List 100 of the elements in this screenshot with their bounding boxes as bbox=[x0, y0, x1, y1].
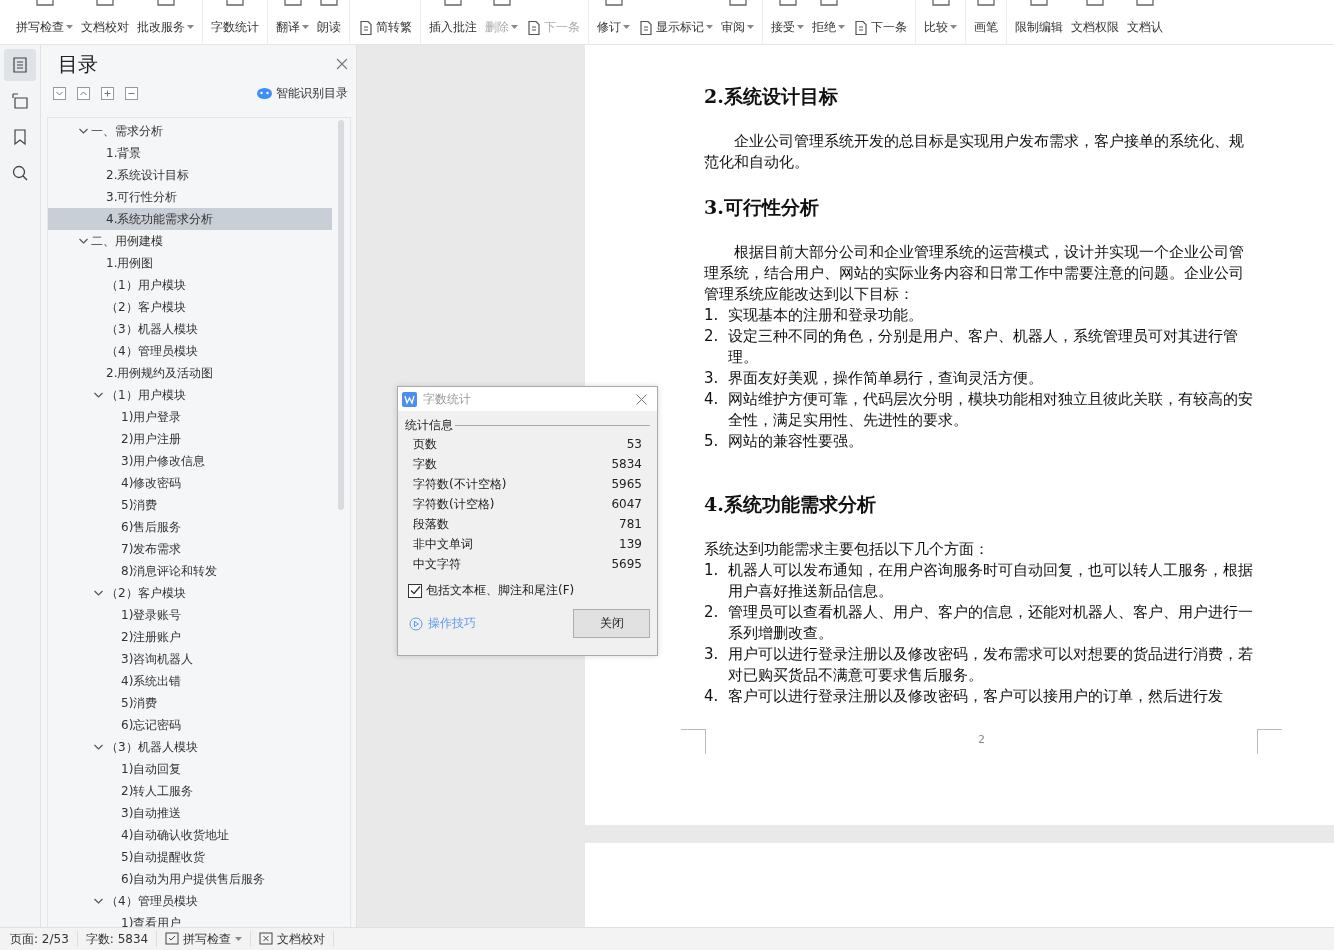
stat-label: 字符数(计空格) bbox=[413, 495, 495, 513]
toolbar-button[interactable]: 插入批注 bbox=[427, 19, 479, 36]
plus-icon[interactable] bbox=[101, 86, 114, 100]
toolbar-button[interactable]: 朗读 bbox=[315, 19, 343, 36]
toc-item[interactable]: 5)自动提醒收货 bbox=[48, 846, 332, 868]
caret-icon bbox=[838, 25, 845, 30]
toc-item[interactable]: 3)咨询机器人 bbox=[48, 648, 332, 670]
toc-item[interactable]: 7)发布需求 bbox=[48, 538, 332, 560]
bookmark-icon bbox=[11, 128, 29, 146]
list-item-text: 用户可以进行登录注册以及修改密码，发布需求可以对想要的货品进行消费，若对已购买货品不满意可要求售后服务。 bbox=[728, 644, 1254, 686]
section-heading: 3.可行性分析 bbox=[704, 197, 820, 218]
toc-item[interactable]: 一、需求分析 bbox=[48, 120, 332, 142]
checkbox[interactable] bbox=[408, 583, 422, 598]
toolbar-button[interactable]: 拼写检查 bbox=[14, 19, 75, 36]
caret-icon bbox=[66, 25, 73, 30]
toolbar-button[interactable]: 限制编辑 bbox=[1013, 19, 1065, 36]
toc-item[interactable]: 1.用例图 bbox=[48, 252, 332, 274]
scrollbar[interactable] bbox=[338, 120, 344, 510]
toc-item[interactable]: 6)自动为用户提供售后服务 bbox=[48, 868, 332, 890]
document-icon bbox=[358, 19, 374, 36]
toc-item[interactable]: 2)转人工服务 bbox=[48, 780, 332, 802]
toolbar-button[interactable]: 接受 bbox=[769, 19, 806, 36]
toc-item[interactable]: （3）机器人模块 bbox=[48, 318, 332, 340]
toolbar-button[interactable]: 显示标记 bbox=[636, 19, 715, 36]
toc-item[interactable]: （1）用户模块 bbox=[48, 274, 332, 296]
stat-value: 5965 bbox=[611, 477, 642, 491]
list-item-text: 客户可以进行登录注册以及修改密码，客户可以接用户的订单，然后进行发 bbox=[728, 686, 1224, 707]
list-number: 1. bbox=[704, 560, 720, 581]
toolbar-button[interactable]: 文档校对 bbox=[79, 19, 131, 36]
chevron-icon[interactable] bbox=[91, 390, 106, 400]
toc-item[interactable]: 2)用户注册 bbox=[48, 428, 332, 450]
crop-mark bbox=[681, 729, 706, 754]
toc-item[interactable]: （4）管理员模块 bbox=[48, 890, 332, 912]
list-item-text: 管理员可以查看机器人、用户、客户的信息，还能对机器人、客户、用户进行一系列增删改查。 bbox=[728, 602, 1254, 644]
outline-tab[interactable] bbox=[4, 49, 36, 81]
toc-item[interactable]: （2）客户模块 bbox=[48, 296, 332, 318]
toc-item[interactable]: 2.系统设计目标 bbox=[48, 164, 332, 186]
close-button[interactable]: 关闭 bbox=[573, 609, 650, 638]
toolbar-button[interactable]: 简转繁 bbox=[356, 19, 414, 36]
toc-item[interactable]: 4)系统出错 bbox=[48, 670, 332, 692]
toc-item[interactable]: 1)用户登录 bbox=[48, 406, 332, 428]
list-number: 4. bbox=[704, 686, 720, 707]
expand-icon[interactable] bbox=[77, 86, 90, 100]
folder-tree-icon bbox=[11, 92, 29, 110]
section-label: 统计信息 bbox=[405, 417, 453, 434]
toc-item[interactable]: 5)消费 bbox=[48, 692, 332, 714]
toc-item[interactable]: （1）用户模块 bbox=[48, 384, 332, 406]
toolbar-button[interactable]: 画笔 bbox=[972, 19, 1000, 36]
section-heading: 4.系统功能需求分析 bbox=[704, 494, 877, 515]
stat-label: 非中文单词 bbox=[413, 535, 473, 553]
toc-item[interactable]: （2）客户模块 bbox=[48, 582, 332, 604]
toc-item[interactable]: 6)售后服务 bbox=[48, 516, 332, 538]
toolbar-button[interactable]: 批改服务 bbox=[135, 19, 196, 36]
toc-item[interactable]: 1)自动回复 bbox=[48, 758, 332, 780]
check-icon bbox=[165, 932, 180, 946]
collapse-icon[interactable] bbox=[53, 86, 66, 100]
list-item-text: 界面友好美观，操作简单易行，查询灵活方便。 bbox=[728, 368, 1044, 389]
toc-item[interactable]: 4)自动确认收货地址 bbox=[48, 824, 332, 846]
proofread-button[interactable]: 文档校对 bbox=[277, 930, 326, 948]
document-icon bbox=[853, 19, 869, 36]
toc-item[interactable]: 3)自动推送 bbox=[48, 802, 332, 824]
toolbar-button[interactable]: 文档认 bbox=[1125, 19, 1165, 36]
toolbar-button[interactable]: 拒绝 bbox=[810, 19, 847, 36]
toc-item[interactable]: 3.可行性分析 bbox=[48, 186, 332, 208]
toc-item[interactable]: 2.用例规约及活动图 bbox=[48, 362, 332, 384]
toc-item[interactable]: 6)忘记密码 bbox=[48, 714, 332, 736]
caret-icon bbox=[187, 25, 194, 30]
toc-item[interactable]: 4.系统功能需求分析 bbox=[48, 208, 332, 230]
chevron-icon[interactable] bbox=[91, 896, 106, 906]
toolbar-button[interactable]: 下一条 bbox=[851, 19, 909, 36]
toolbar-button[interactable]: 字数统计 bbox=[209, 19, 261, 36]
toc-item[interactable]: 4)修改密码 bbox=[48, 472, 332, 494]
chevron-icon[interactable] bbox=[76, 236, 91, 246]
toolbar-button[interactable]: 审阅 bbox=[719, 19, 756, 36]
toc-item[interactable]: （3）机器人模块 bbox=[48, 736, 332, 758]
close-icon[interactable] bbox=[336, 58, 348, 70]
spell-check-button[interactable]: 拼写检查 bbox=[183, 930, 232, 948]
minus-icon[interactable] bbox=[125, 86, 138, 100]
toolbar-button[interactable]: 文档权限 bbox=[1069, 19, 1121, 36]
toolbar-button[interactable]: 修订 bbox=[595, 19, 632, 36]
stat-value: 5834 bbox=[611, 457, 642, 471]
toc-item[interactable]: 3)用户修改信息 bbox=[48, 450, 332, 472]
toc-item[interactable]: 8)消息评论和转发 bbox=[48, 560, 332, 582]
chevron-icon[interactable] bbox=[76, 126, 91, 136]
toolbar-button[interactable]: 比较 bbox=[922, 19, 959, 36]
toc-item[interactable]: 1.背景 bbox=[48, 142, 332, 164]
toc-item[interactable]: 5)消费 bbox=[48, 494, 332, 516]
list-item-text: 网站维护方便可靠，代码层次分明，模块功能相对独立且彼此关联，有较高的安全性，满足实用性、先进性的要求。 bbox=[728, 389, 1254, 431]
toc-item[interactable]: 2)注册账户 bbox=[48, 626, 332, 648]
x-box-icon bbox=[259, 932, 274, 946]
smart-toc-button[interactable]: 智能识别目录 bbox=[276, 84, 348, 102]
caret-icon bbox=[235, 936, 243, 942]
paragraph: 企业公司管理系统开发的总目标是实现用户发布需求，客户接单的系统化、规范化和自动化。 bbox=[704, 131, 1245, 173]
toc-item[interactable]: 二、用例建模 bbox=[48, 230, 332, 252]
toolbar-button[interactable]: 翻译 bbox=[274, 19, 311, 36]
chevron-icon[interactable] bbox=[91, 742, 106, 752]
toc-item[interactable]: 1)登录账号 bbox=[48, 604, 332, 626]
toc-item[interactable]: （4）管理员模块 bbox=[48, 340, 332, 362]
chevron-icon[interactable] bbox=[91, 588, 106, 598]
close-icon[interactable] bbox=[636, 393, 647, 405]
